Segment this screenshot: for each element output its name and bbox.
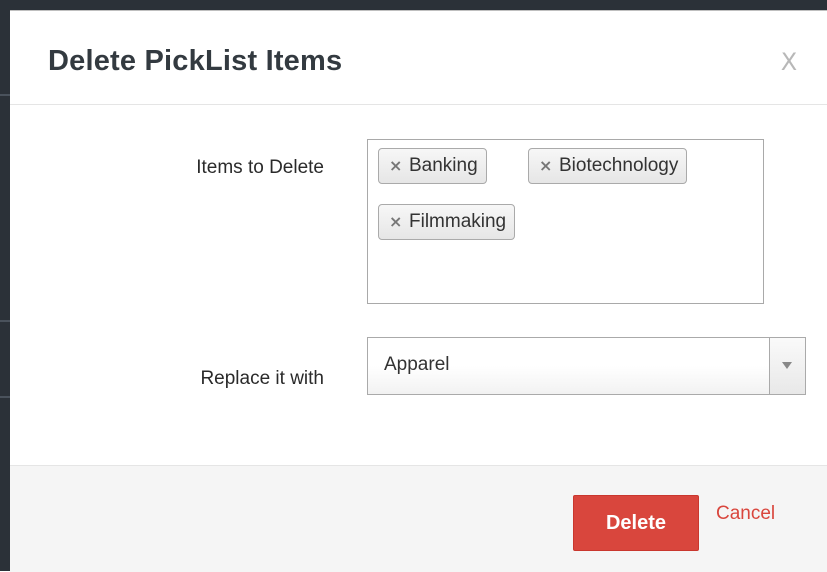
tag-label: Filmmaking: [409, 211, 507, 232]
items-to-delete-label: Items to Delete: [196, 157, 324, 178]
close-icon[interactable]: ×: [389, 205, 402, 239]
delete-picklist-dialog: Delete PickList Items X Items to Delete …: [10, 10, 827, 572]
select-arrow-button[interactable]: [769, 338, 805, 394]
dialog-title: Delete PickList Items: [48, 45, 343, 77]
close-button[interactable]: X: [776, 47, 802, 77]
background-divider: [0, 320, 10, 322]
background-top-edge: [10, 0, 827, 10]
selected-item-tag: × Filmmaking: [378, 204, 516, 240]
replace-with-select[interactable]: Apparel: [367, 337, 806, 395]
delete-button[interactable]: Delete: [573, 495, 699, 551]
dialog-header: Delete PickList Items X: [10, 11, 827, 105]
background-divider: [0, 94, 10, 96]
selected-item-tag: × Banking: [378, 148, 487, 184]
dialog-footer: Delete Cancel: [10, 465, 827, 572]
background-divider: [0, 396, 10, 398]
close-icon[interactable]: ×: [539, 149, 552, 183]
cancel-link[interactable]: Cancel: [716, 503, 775, 525]
selected-item-tag: × Biotechnology: [528, 148, 688, 184]
chevron-down-icon: [782, 362, 792, 369]
selected-value: Apparel: [384, 354, 450, 375]
tag-label: Biotechnology: [559, 155, 679, 176]
tag-label: Banking: [409, 155, 478, 176]
background-left-edge: [0, 0, 10, 571]
close-icon[interactable]: ×: [389, 149, 402, 183]
replace-with-label: Replace it with: [200, 368, 324, 389]
items-to-delete-multiselect[interactable]: × Banking × Biotechnology × Filmmaking: [367, 139, 764, 304]
